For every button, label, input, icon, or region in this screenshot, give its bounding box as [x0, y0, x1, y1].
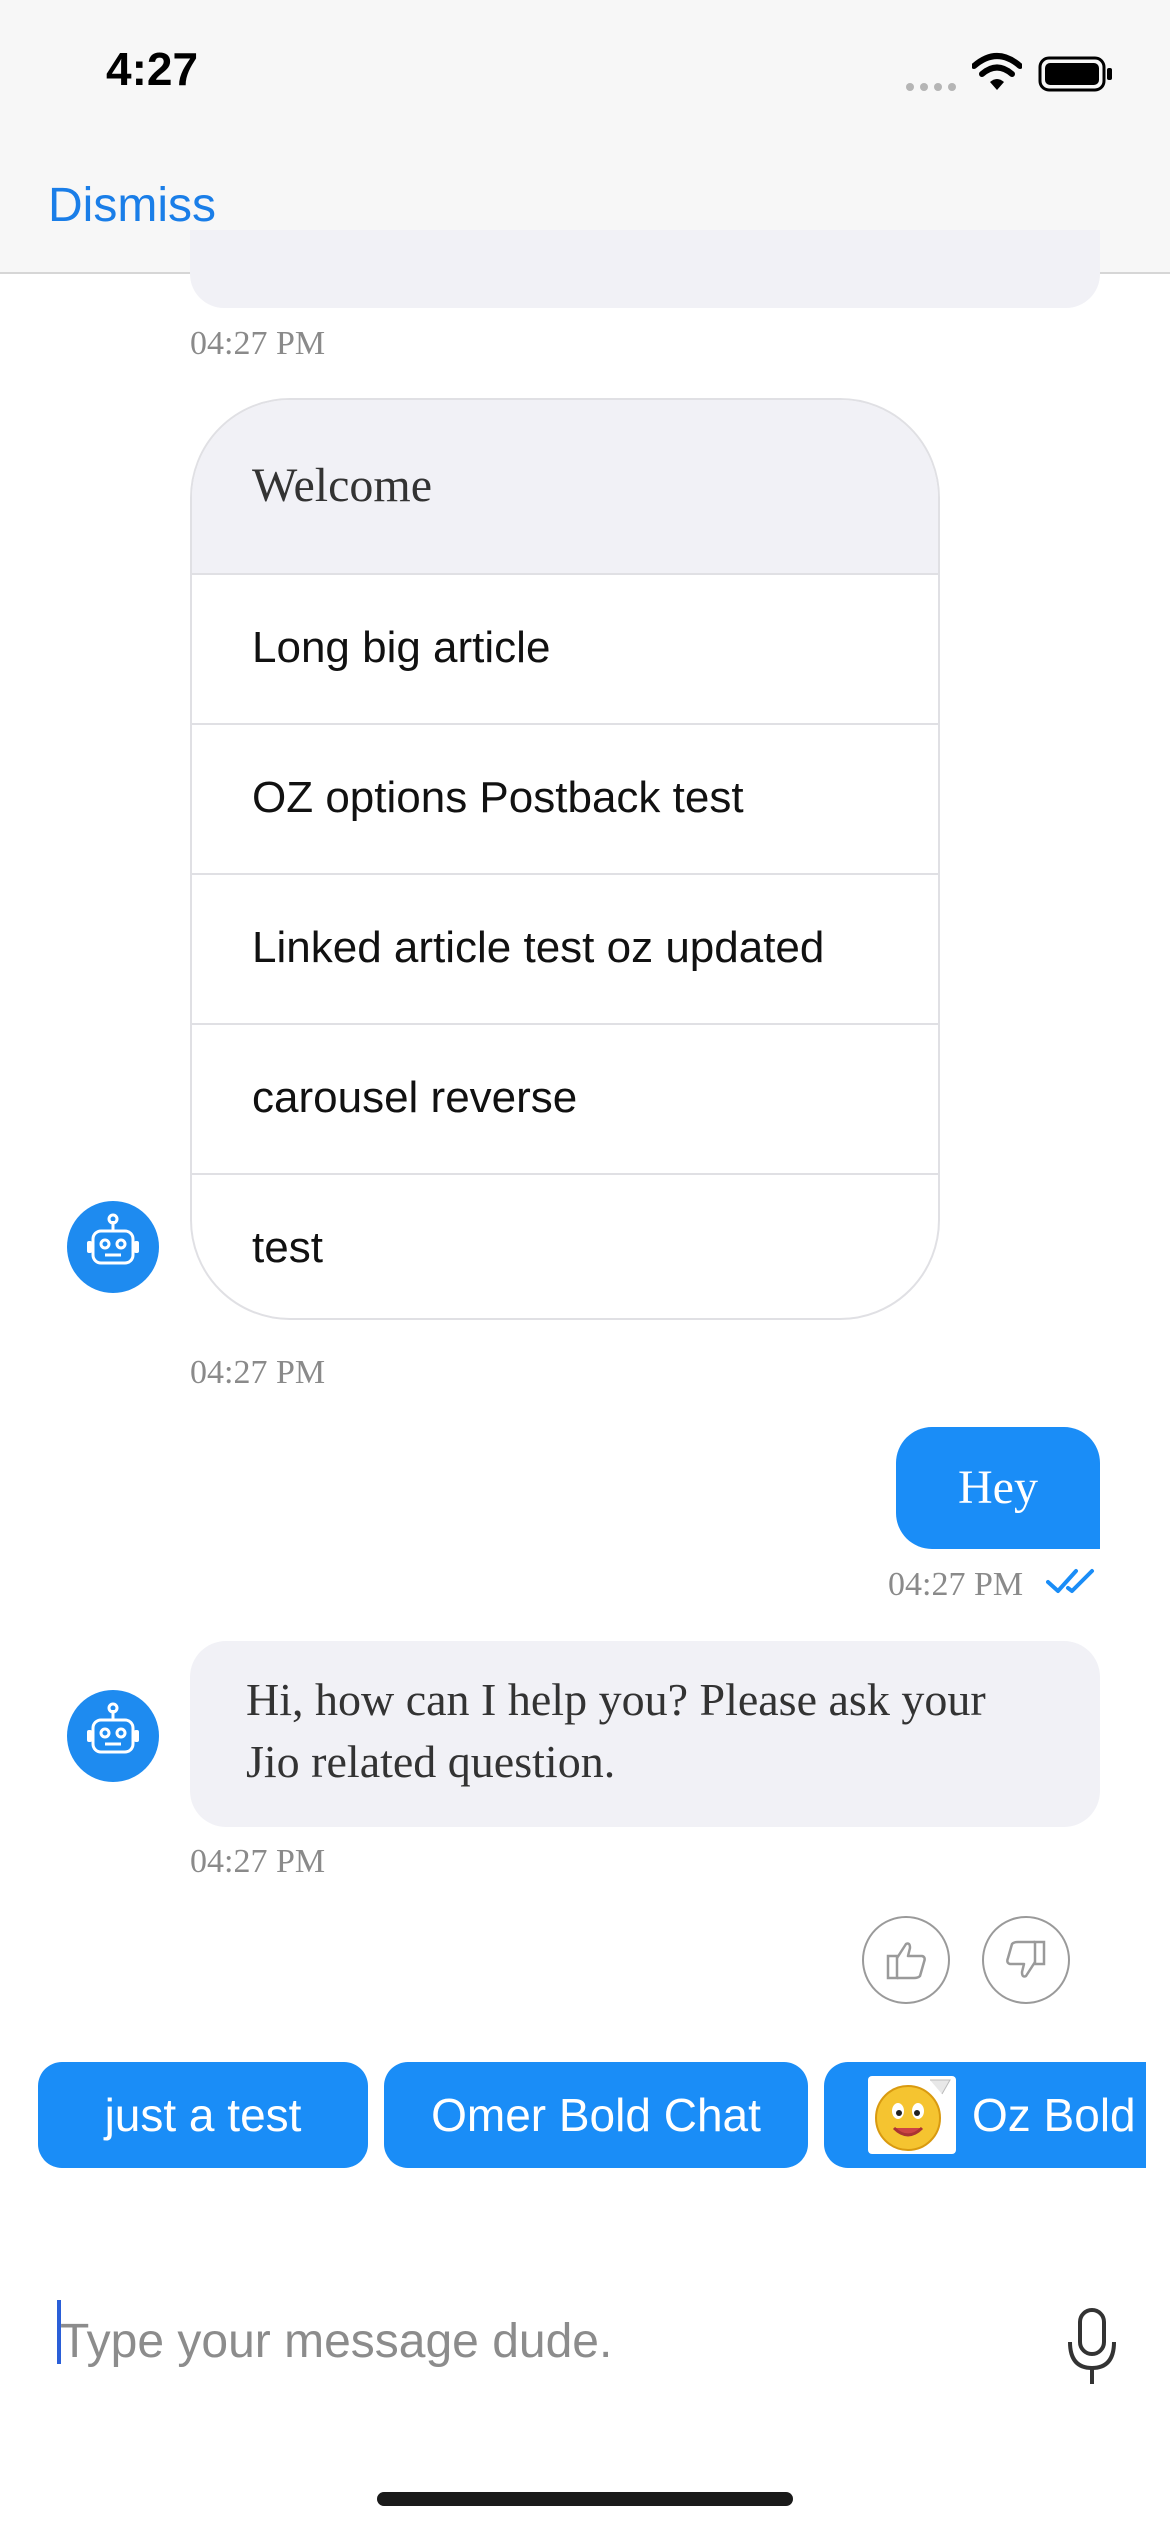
message-composer [0, 2250, 1170, 2450]
dismiss-button[interactable]: Dismiss [48, 178, 216, 233]
user-message-bubble: Hey [896, 1427, 1100, 1549]
menu-item[interactable]: carousel reverse [192, 1023, 938, 1173]
wifi-icon [971, 52, 1023, 92]
message-timestamp: 04:27 PM [190, 325, 326, 362]
double-check-icon [1046, 1566, 1102, 1596]
menu-item[interactable]: Long big article [192, 573, 938, 723]
quick-reply-chip[interactable]: just a test [38, 2062, 368, 2168]
robot-icon [87, 1213, 139, 1265]
bot-avatar [67, 1690, 159, 1782]
message-timestamp: 04:27 PM [190, 1843, 326, 1880]
smiley-emoji-icon [868, 2076, 956, 2154]
menu-item[interactable]: test [192, 1173, 938, 1318]
home-indicator [377, 2492, 793, 2506]
text-caret [57, 2300, 61, 2364]
thumbs-up-icon [886, 1942, 926, 1980]
microphone-icon[interactable] [1060, 2306, 1124, 2390]
thumbs-down-button[interactable] [982, 1916, 1070, 2004]
thumbs-down-icon [1006, 1940, 1046, 1978]
menu-item[interactable]: OZ options Postback test [192, 723, 938, 873]
message-input[interactable] [58, 2290, 1022, 2392]
message-timestamp: 04:27 PM [888, 1566, 1024, 1603]
quick-reply-chip[interactable]: Omer Bold Chat [384, 2062, 808, 2168]
bot-avatar [67, 1201, 159, 1293]
quick-reply-chip-with-image[interactable]: Oz Bold [824, 2062, 1146, 2168]
menu-header: Welcome [192, 400, 938, 573]
previous-message-bubble [190, 230, 1100, 308]
status-time: 4:27 [106, 43, 199, 95]
robot-icon [87, 1702, 139, 1754]
battery-icon [1038, 56, 1114, 92]
quick-replies-bar[interactable]: just a test Omer Bold Chat Oz Bold [38, 2062, 1146, 2168]
message-timestamp: 04:27 PM [190, 1354, 326, 1391]
quick-reply-label: Oz Bold [972, 2089, 1136, 2141]
menu-card: Welcome Long big article OZ options Post… [190, 398, 940, 1320]
menu-item[interactable]: Linked article test oz updated [192, 873, 938, 1023]
cellular-signal-icon [905, 80, 957, 92]
thumbs-up-button[interactable] [862, 1916, 950, 2004]
bot-message-bubble: Hi, how can I help you? Please ask your … [190, 1641, 1100, 1827]
